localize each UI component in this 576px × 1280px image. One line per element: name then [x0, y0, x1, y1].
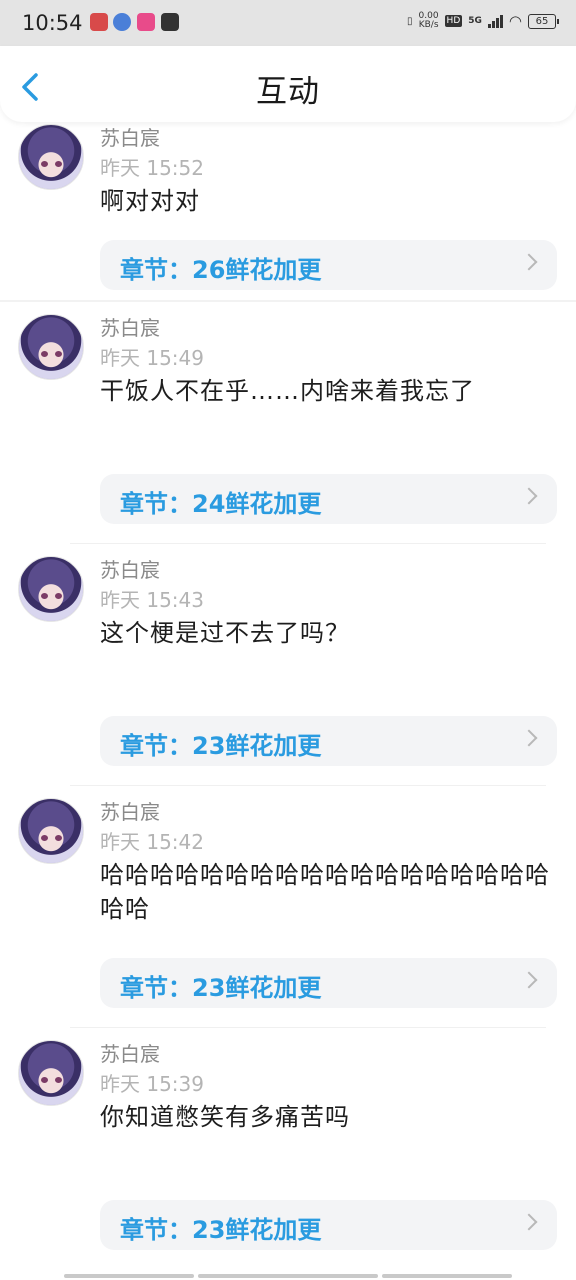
- scroll-indicator: [64, 1274, 194, 1278]
- comment-text: 哈哈哈哈哈哈哈哈哈哈哈哈哈哈哈哈哈哈哈哈: [100, 861, 550, 923]
- comment-text: 你知道憋笑有多痛苦吗: [100, 1103, 350, 1131]
- comment-time: 昨天 15:43: [100, 588, 204, 612]
- chevron-right-icon: [520, 487, 538, 505]
- app-notification-icon: [113, 13, 131, 31]
- comment-item: 苏白宸 昨天 15:42 哈哈哈哈哈哈哈哈哈哈哈哈哈哈哈哈哈哈哈哈 章节：23鲜…: [0, 786, 576, 1028]
- comment-time: 昨天 15:39: [100, 1072, 204, 1096]
- user-name[interactable]: 苏白宸: [100, 312, 160, 341]
- chapter-label: 章节：23鲜花加更: [120, 974, 322, 1002]
- comment-time: 昨天 15:52: [100, 156, 204, 180]
- chapter-link[interactable]: 章节：26鲜花加更: [100, 240, 557, 290]
- scroll-indicator: [382, 1274, 512, 1278]
- comment-item: 苏白宸 昨天 15:39 你知道憋笑有多痛苦吗 章节：23鲜花加更: [0, 1028, 576, 1270]
- comment-feed[interactable]: 苏白宸 昨天 15:52 啊对对对 章节：26鲜花加更 苏白宸 昨天 15:49…: [0, 122, 576, 1280]
- signal-icon: [487, 14, 503, 28]
- comment-time: 昨天 15:49: [100, 346, 204, 370]
- chapter-link[interactable]: 章节：23鲜花加更: [100, 958, 557, 1008]
- scroll-indicator: [198, 1274, 378, 1278]
- comment-item: 苏白宸 昨天 15:43 这个梗是过不去了吗？ 章节：23鲜花加更: [0, 544, 576, 786]
- comment-text: 啊对对对: [100, 187, 200, 215]
- chapter-label: 章节：26鲜花加更: [120, 256, 322, 284]
- battery-icon: 65: [528, 13, 559, 29]
- vibrate-icon: ▯: [406, 15, 413, 27]
- chevron-right-icon: [520, 253, 538, 271]
- chapter-label: 章节：23鲜花加更: [120, 1216, 322, 1244]
- shopping-app-icon: [161, 13, 179, 31]
- chapter-link[interactable]: 章节：23鲜花加更: [100, 1200, 557, 1250]
- chevron-right-icon: [520, 1213, 538, 1231]
- header: 互动: [0, 46, 576, 122]
- avatar[interactable]: [18, 1040, 84, 1106]
- chevron-right-icon: [520, 971, 538, 989]
- calendar-app-icon: [90, 13, 108, 31]
- comment-text: 这个梗是过不去了吗？: [100, 619, 350, 647]
- user-name[interactable]: 苏白宸: [100, 796, 160, 825]
- avatar[interactable]: [18, 798, 84, 864]
- hd-badge: HD: [444, 15, 463, 27]
- chapter-link[interactable]: 章节：24鲜花加更: [100, 474, 557, 524]
- user-name[interactable]: 苏白宸: [100, 554, 160, 583]
- avatar[interactable]: [18, 124, 84, 190]
- status-time: 10:54: [22, 11, 83, 35]
- net-speed: 0.00 KB/s: [418, 11, 439, 30]
- chapter-label: 章节：23鲜花加更: [120, 732, 322, 760]
- comment-text: 干饭人不在乎……内啥来着我忘了: [100, 377, 475, 405]
- status-bar: 10:54 ▯ 0.00 KB/s HD 5G ◠ 65: [0, 0, 576, 46]
- page-title: 互动: [256, 74, 320, 110]
- avatar[interactable]: [18, 556, 84, 622]
- video-app-icon: [137, 13, 155, 31]
- user-name[interactable]: 苏白宸: [100, 122, 160, 151]
- chapter-link[interactable]: 章节：23鲜花加更: [100, 716, 557, 766]
- comment-time: 昨天 15:42: [100, 830, 204, 854]
- chapter-label: 章节：24鲜花加更: [120, 490, 322, 518]
- avatar[interactable]: [18, 314, 84, 380]
- wifi-icon: ◠: [508, 12, 522, 30]
- comment-item: 苏白宸 昨天 15:52 啊对对对 章节：26鲜花加更: [0, 112, 576, 302]
- chevron-right-icon: [520, 729, 538, 747]
- network-type: 5G: [468, 16, 482, 26]
- comment-item: 苏白宸 昨天 15:49 干饭人不在乎……内啥来着我忘了 章节：24鲜花加更: [0, 302, 576, 544]
- user-name[interactable]: 苏白宸: [100, 1038, 160, 1067]
